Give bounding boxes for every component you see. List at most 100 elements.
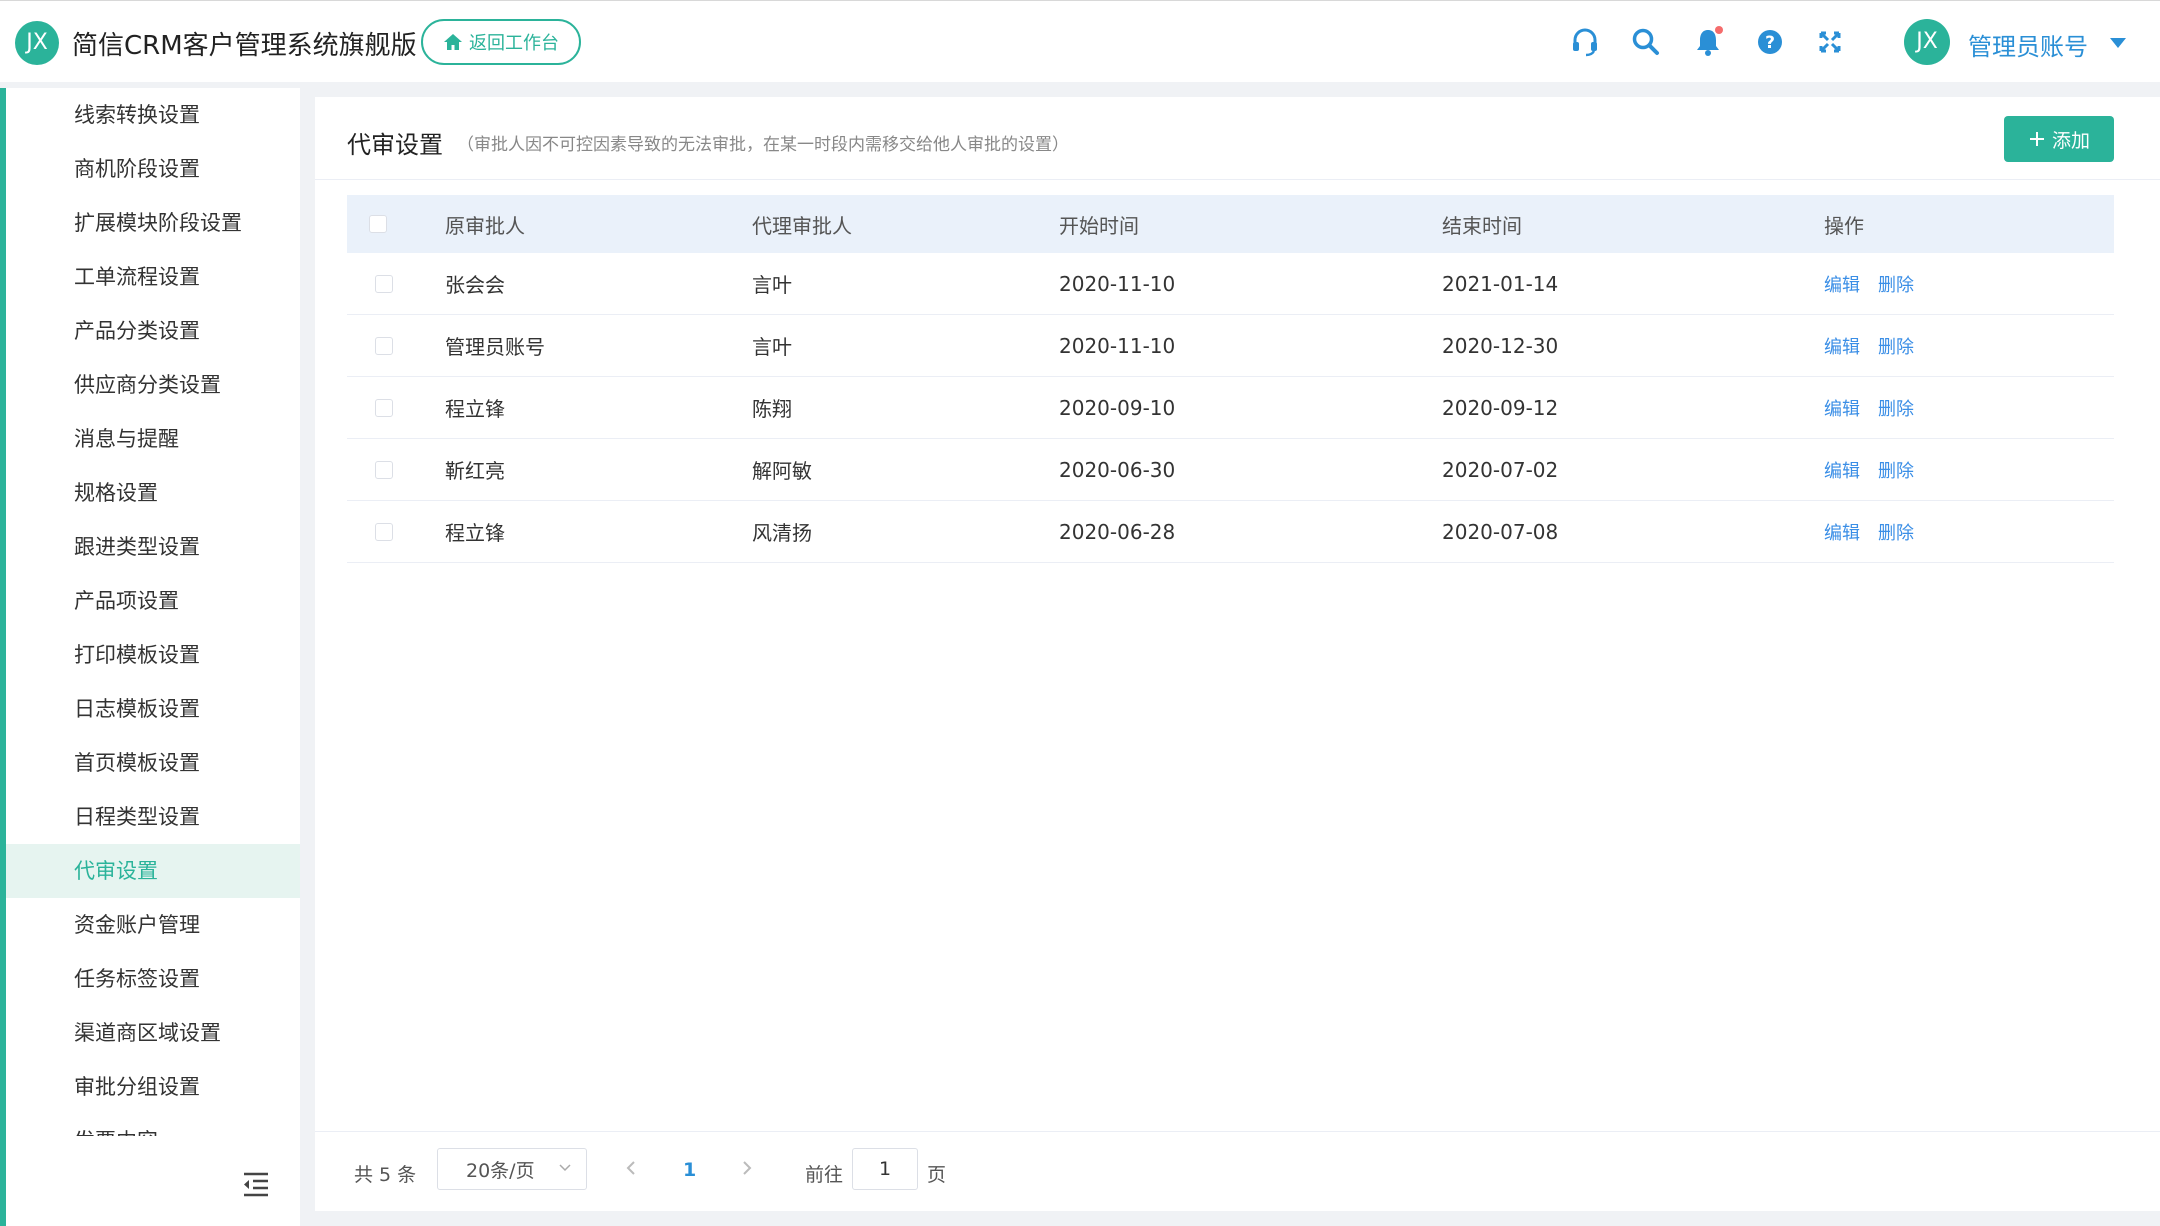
row-checkbox[interactable] (375, 336, 393, 355)
start-time: 2020-09-10 (1059, 395, 1176, 420)
delete-link[interactable]: 删除 (1878, 395, 1914, 421)
sidebar-item-extension-stage[interactable]: 扩展模块阶段设置 (6, 196, 300, 250)
edit-link[interactable]: 编辑 (1824, 457, 1860, 483)
delete-link[interactable]: 删除 (1878, 519, 1914, 545)
proxy-approver: 言叶 (752, 273, 792, 297)
original-approver: 靳红亮 (445, 459, 505, 483)
notification-dot (1715, 26, 1723, 34)
user-name[interactable]: 管理员账号 (1968, 27, 2088, 62)
add-button-label: 添加 (2051, 129, 2090, 152)
fullscreen-icon[interactable] (1813, 25, 1847, 59)
select-all-checkbox[interactable] (369, 215, 387, 233)
plus-icon (2029, 132, 2044, 146)
proxy-approver: 言叶 (752, 335, 792, 359)
delete-link[interactable]: 删除 (1878, 457, 1914, 483)
goto-suffix: 页 (927, 1164, 947, 1186)
sidebar-item-invoice-content[interactable]: 发票内容 (6, 1114, 300, 1136)
panel-header: 代审设置 （审批人因不可控因素导致的无法审批，在某一时段内需移交给他人审批的设置… (315, 97, 2160, 180)
page-number-current[interactable]: 1 (683, 1159, 696, 1181)
column-header-start-time: 开始时间 (1059, 213, 1139, 238)
chevron-left-icon (626, 1161, 635, 1175)
top-bar: JX 简信CRM客户管理系统旗舰版 返回工作台 ? JX 管理员账号 (0, 0, 2160, 82)
sidebar-item-channel-region[interactable]: 渠道商区域设置 (6, 1006, 300, 1060)
back-button-label: 返回工作台 (469, 33, 559, 54)
search-icon[interactable] (1629, 25, 1663, 59)
row-checkbox[interactable] (375, 274, 393, 293)
app-logo: JX (15, 21, 59, 65)
page-size-select[interactable]: 20条/页 (437, 1148, 587, 1190)
pagination: 共 5 条 20条/页 1 前往 1 页 (315, 1131, 2160, 1212)
start-time: 2020-11-10 (1059, 271, 1176, 296)
column-header-end-time: 结束时间 (1442, 213, 1522, 238)
table-row: 管理员账号 言叶 2020-11-10 2020-12-30 编辑 删除 (347, 315, 2114, 377)
row-checkbox[interactable] (375, 522, 393, 541)
help-icon[interactable]: ? (1753, 25, 1787, 59)
bell-icon[interactable] (1691, 25, 1725, 59)
add-button[interactable]: 添加 (2004, 116, 2114, 162)
page-size-value: 20条/页 (466, 1159, 535, 1182)
proxy-approval-table: 原审批人 代理审批人 开始时间 结束时间 操作 张会会 言叶 2020-11-1… (347, 195, 2114, 563)
prev-page-button[interactable] (623, 1156, 639, 1180)
next-page-button[interactable] (739, 1156, 755, 1180)
sidebar-item-ticket-flow[interactable]: 工单流程设置 (6, 250, 300, 304)
collapse-menu-icon[interactable] (240, 1168, 272, 1200)
column-header-proxy-approver: 代理审批人 (752, 213, 852, 238)
table-row: 程立锋 风清扬 2020-06-28 2020-07-08 编辑 删除 (347, 501, 2114, 563)
chevron-right-icon (743, 1161, 752, 1175)
start-time: 2020-06-30 (1059, 457, 1176, 482)
sidebar-item-log-template[interactable]: 日志模板设置 (6, 682, 300, 736)
column-header-actions: 操作 (1824, 213, 1864, 238)
goto-page-input[interactable]: 1 (852, 1148, 918, 1190)
edit-link[interactable]: 编辑 (1824, 395, 1860, 421)
chevron-down-icon[interactable] (2110, 38, 2126, 48)
sidebar: 线索转换设置 商机阶段设置 扩展模块阶段设置 工单流程设置 产品分类设置 供应商… (0, 88, 300, 1226)
original-approver: 程立锋 (445, 397, 505, 421)
main-panel: 代审设置 （审批人因不可控因素导致的无法审批，在某一时段内需移交给他人审批的设置… (315, 97, 2160, 1211)
back-to-workbench-button[interactable]: 返回工作台 (421, 19, 581, 65)
sidebar-item-lead-conversion[interactable]: 线索转换设置 (6, 88, 300, 142)
delete-link[interactable]: 删除 (1878, 333, 1914, 359)
end-time: 2021-01-14 (1442, 271, 1559, 296)
table-row: 程立锋 陈翔 2020-09-10 2020-09-12 编辑 删除 (347, 377, 2114, 439)
sidebar-item-approval-groups[interactable]: 审批分组设置 (6, 1060, 300, 1114)
sidebar-item-proxy-approval[interactable]: 代审设置 (6, 844, 300, 898)
delete-link[interactable]: 删除 (1878, 271, 1914, 297)
home-icon (444, 34, 462, 50)
sidebar-item-schedule-type[interactable]: 日程类型设置 (6, 790, 300, 844)
avatar[interactable]: JX (1904, 19, 1950, 65)
end-time: 2020-09-12 (1442, 395, 1559, 420)
row-checkbox[interactable] (375, 460, 393, 479)
end-time: 2020-07-02 (1442, 457, 1559, 482)
svg-text:?: ? (1765, 33, 1775, 53)
sidebar-item-print-template[interactable]: 打印模板设置 (6, 628, 300, 682)
end-time: 2020-12-30 (1442, 333, 1559, 358)
sidebar-item-messages[interactable]: 消息与提醒 (6, 412, 300, 466)
sidebar-item-fund-accounts[interactable]: 资金账户管理 (6, 898, 300, 952)
sidebar-item-product-items[interactable]: 产品项设置 (6, 574, 300, 628)
sidebar-item-product-category[interactable]: 产品分类设置 (6, 304, 300, 358)
sidebar-item-supplier-category[interactable]: 供应商分类设置 (6, 358, 300, 412)
end-time: 2020-07-08 (1442, 519, 1559, 544)
edit-link[interactable]: 编辑 (1824, 271, 1860, 297)
chevron-down-icon (559, 1164, 571, 1172)
column-header-original-approver: 原审批人 (445, 213, 525, 238)
page-title: 代审设置 (347, 131, 443, 159)
page-description: （审批人因不可控因素导致的无法审批，在某一时段内需移交给他人审批的设置） (457, 135, 1069, 155)
headset-icon[interactable] (1568, 25, 1602, 59)
sidebar-item-specs[interactable]: 规格设置 (6, 466, 300, 520)
sidebar-item-followup-type[interactable]: 跟进类型设置 (6, 520, 300, 574)
edit-link[interactable]: 编辑 (1824, 519, 1860, 545)
original-approver: 管理员账号 (445, 335, 545, 359)
sidebar-item-home-template[interactable]: 首页模板设置 (6, 736, 300, 790)
edit-link[interactable]: 编辑 (1824, 333, 1860, 359)
proxy-approver: 风清扬 (752, 521, 812, 545)
sidebar-item-opportunity-stage[interactable]: 商机阶段设置 (6, 142, 300, 196)
goto-label: 前往 (805, 1164, 844, 1186)
app-title: 简信CRM客户管理系统旗舰版 (72, 31, 417, 61)
table-row: 靳红亮 解阿敏 2020-06-30 2020-07-02 编辑 删除 (347, 439, 2114, 501)
total-count: 共 5 条 (354, 1164, 417, 1186)
row-checkbox[interactable] (375, 398, 393, 417)
start-time: 2020-06-28 (1059, 519, 1176, 544)
table-header: 原审批人 代理审批人 开始时间 结束时间 操作 (347, 195, 2114, 253)
sidebar-item-task-tags[interactable]: 任务标签设置 (6, 952, 300, 1006)
